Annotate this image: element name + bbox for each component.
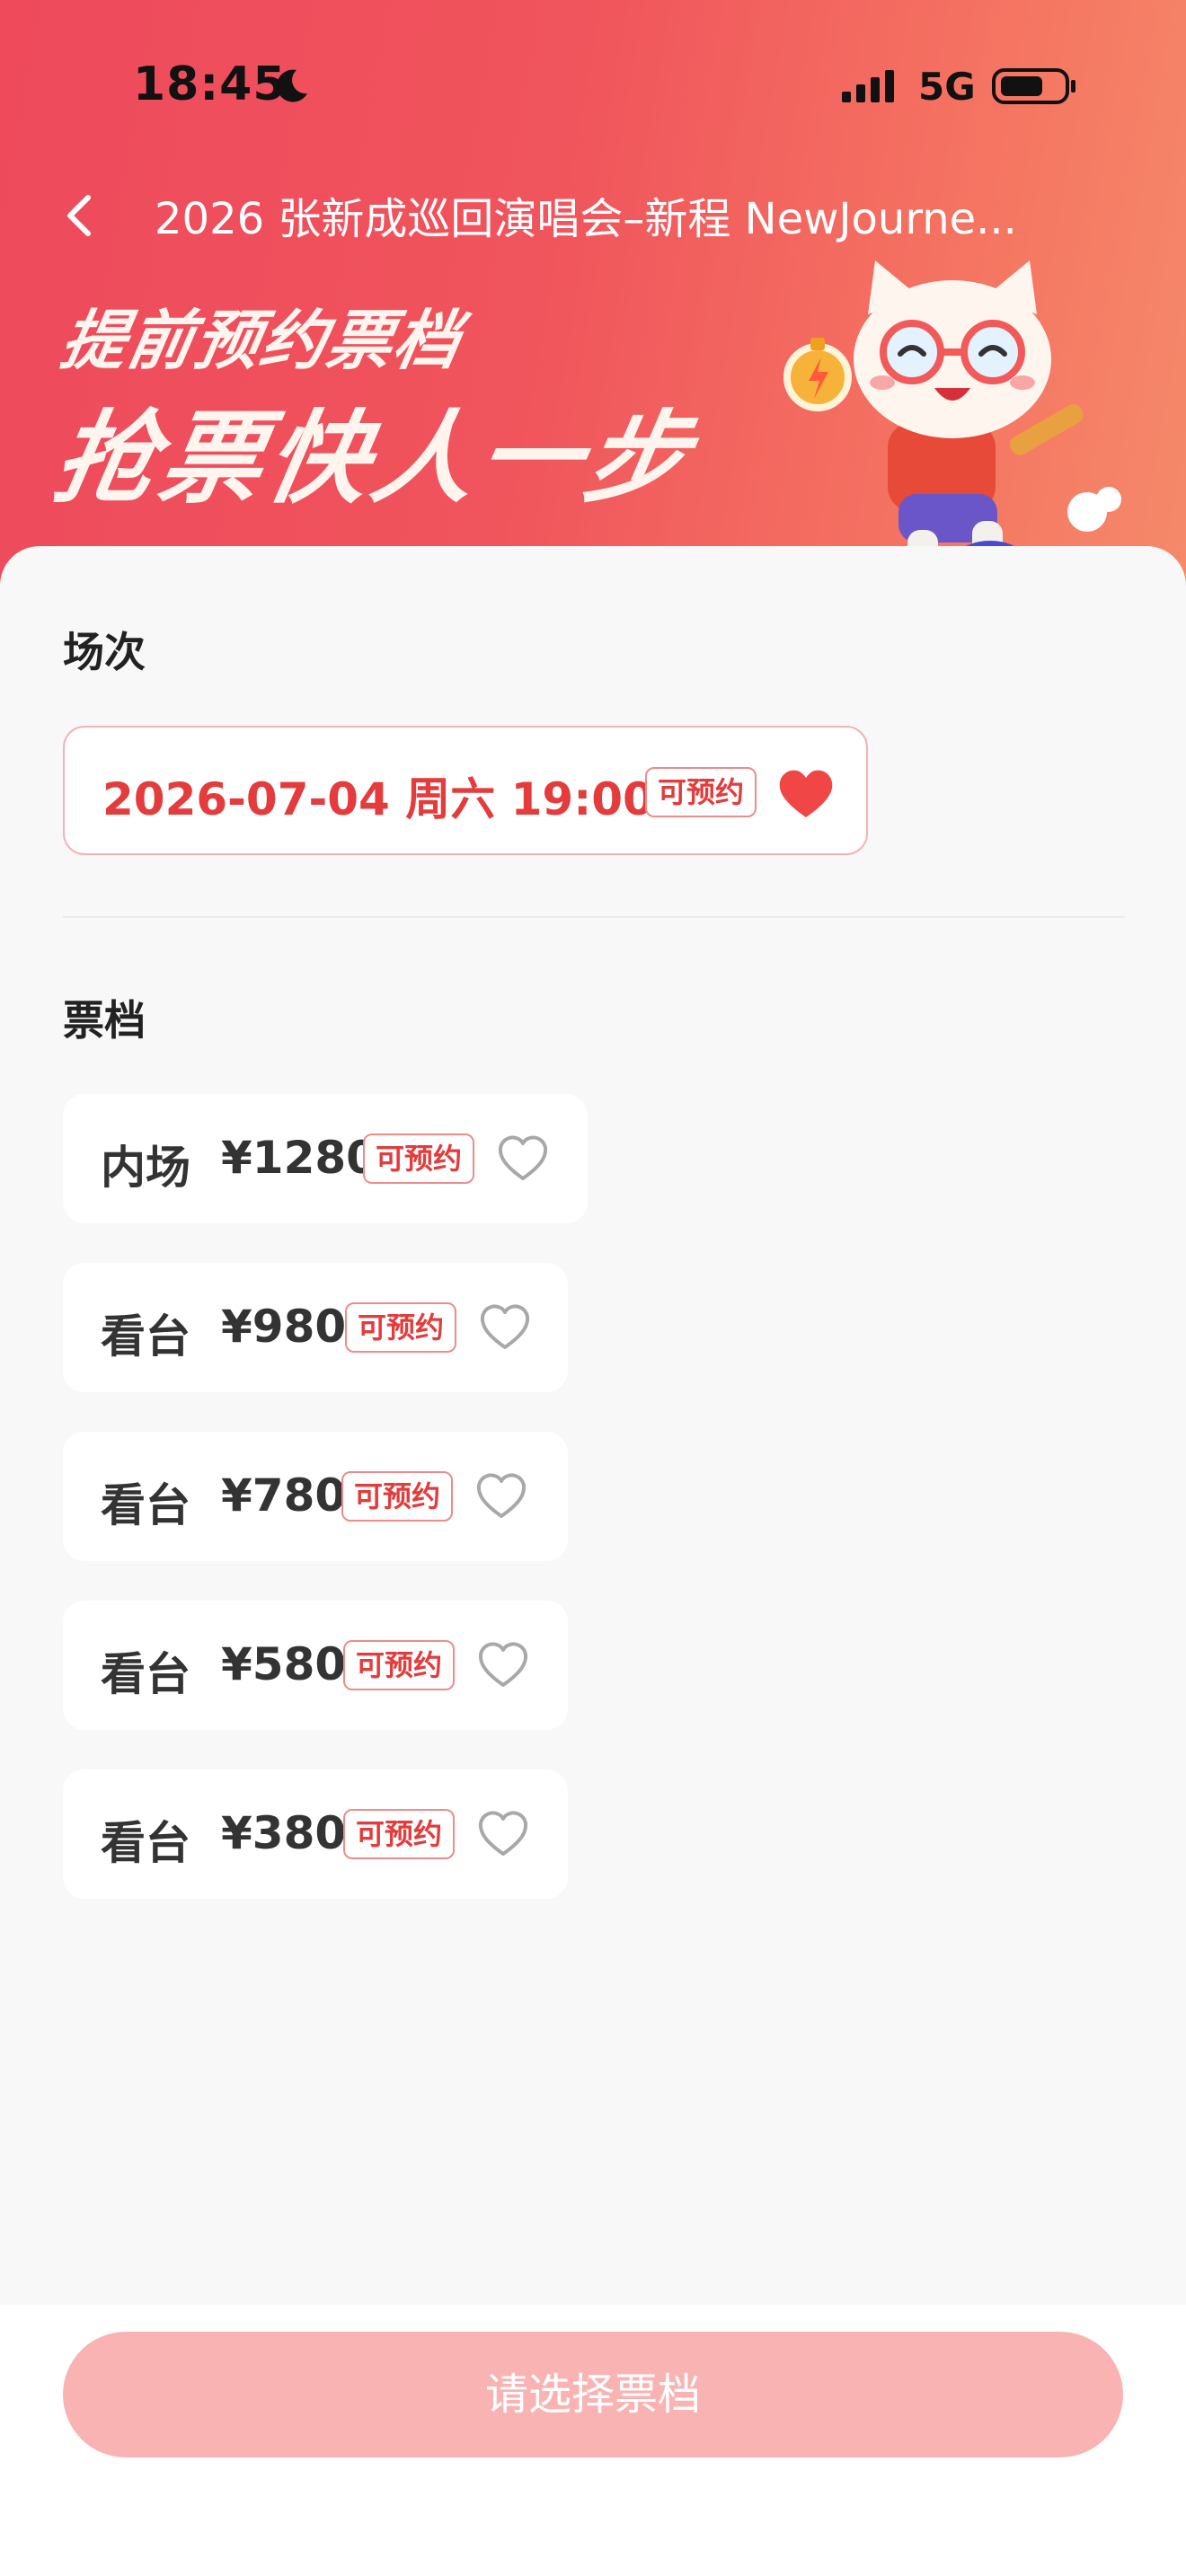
bottom-action-bar: 请选择票档 [0,2305,1186,2576]
heart-outline-icon[interactable] [478,1302,532,1353]
ticket-price: ¥780 [221,1469,347,1522]
status-time: 18:45 [133,57,287,111]
reservable-tag: 可预约 [341,1471,454,1522]
tickets-section-label: 票档 [63,996,146,1045]
hero-banner: 18:45 5G 2026 张新成巡回演唱会–新程 NewJourne... 提… [0,0,1186,629]
reservable-tag: 可预约 [363,1134,475,1184]
session-datetime: 2026-07-04 周六 19:00 [102,773,654,825]
ticket-tier-row[interactable]: 看台 ¥380 可预约 [63,1769,568,1899]
heart-outline-icon[interactable] [496,1134,550,1184]
session-card[interactable]: 2026-07-04 周六 19:00 可预约 [63,726,868,855]
nav-bar: 2026 张新成巡回演唱会–新程 NewJourne... [0,171,1186,260]
heart-outline-icon[interactable] [476,1640,530,1690]
heart-filled-icon[interactable] [776,767,836,821]
moon-icon [277,69,307,102]
ticket-area: 内场 [101,1142,190,1194]
select-ticket-tier-button[interactable]: 请选择票档 [63,2332,1123,2457]
ticket-price: ¥1280 [221,1132,377,1184]
ticket-area: 看台 [101,1310,190,1363]
network-label: 5G [918,65,976,109]
ticket-tier-row[interactable]: 看台 ¥580 可预约 [63,1601,568,1730]
ticket-tier-row[interactable]: 内场 ¥1280 可预约 [63,1094,588,1223]
ticket-price: ¥580 [221,1638,347,1690]
page-title: 2026 张新成巡回演唱会–新程 NewJourne... [155,194,1017,244]
heart-outline-icon[interactable] [474,1471,528,1522]
reservable-tag: 可预约 [343,1640,456,1690]
ticket-price: ¥380 [221,1807,347,1859]
promo-heading: 提前预约票档 [55,303,468,378]
back-icon[interactable] [54,189,108,243]
ticket-area: 看台 [101,1648,190,1700]
heart-outline-icon[interactable] [476,1809,530,1859]
ticket-tier-row[interactable]: 看台 ¥780 可预约 [63,1432,568,1561]
session-section-label: 场次 [63,628,146,676]
ticket-price: ¥980 [221,1301,347,1353]
ticket-tier-row[interactable]: 看台 ¥980 可预约 [63,1263,568,1392]
promo-slogan: 抢票快人一步 [45,401,703,517]
ticket-area: 看台 [101,1817,190,1869]
reservable-tag: 可预约 [345,1302,457,1353]
reservable-tag: 可预约 [645,767,757,817]
reservable-tag: 可预约 [343,1809,456,1859]
status-bar: 18:45 5G [0,0,1186,171]
ticket-area: 看台 [101,1479,190,1531]
mascot-icon [783,260,1121,587]
signal-icon [842,70,894,102]
battery-icon [992,68,1075,104]
section-divider [63,916,1125,918]
